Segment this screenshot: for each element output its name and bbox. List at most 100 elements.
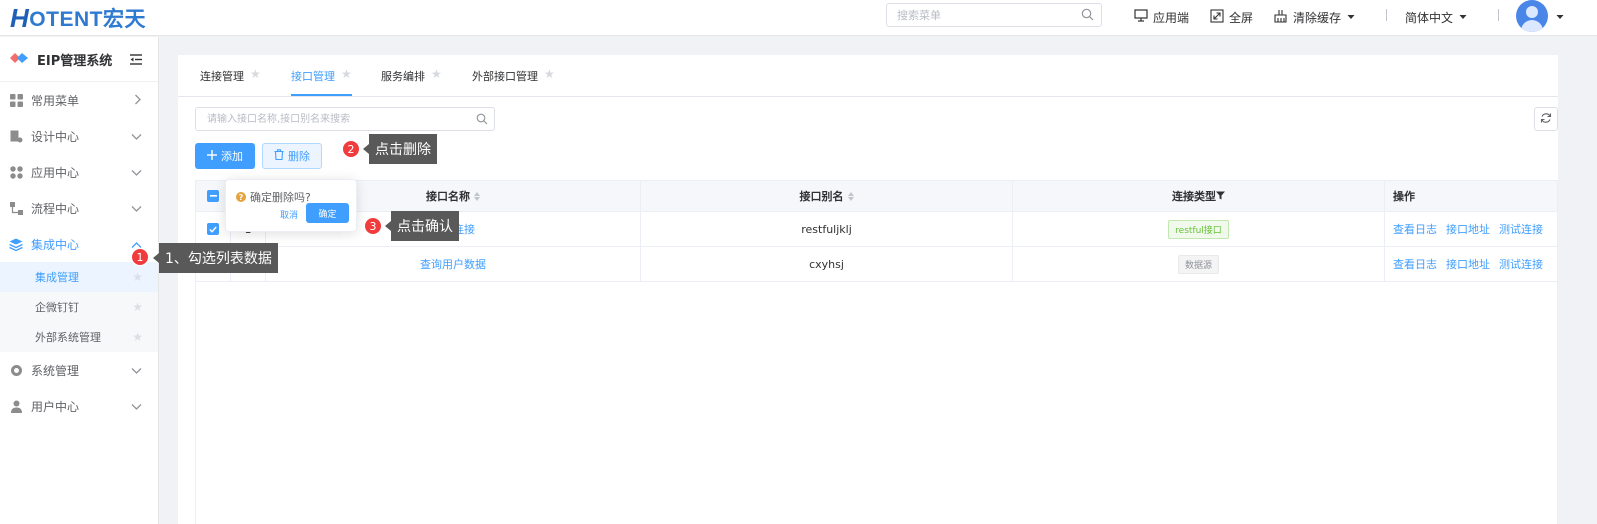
fullscreen-button[interactable]: 全屏 (1210, 7, 1253, 27)
type-tag: 数据源 (1177, 254, 1219, 274)
tab-interface-manage[interactable]: 接口管理 ★ (291, 67, 352, 96)
grid-icon (9, 93, 23, 107)
test-connection-link[interactable]: 测试连接 (1499, 256, 1543, 272)
type-header-label: 连接类型 (1172, 190, 1216, 203)
star-icon[interactable]: ★ (132, 270, 143, 284)
sort-icon[interactable] (474, 191, 480, 201)
tab-label: 接口管理 (291, 70, 335, 83)
apps-icon (9, 165, 23, 179)
interface-address-link[interactable]: 接口地址 (1446, 256, 1490, 272)
row-alias: restfuljklj (641, 212, 1013, 246)
row-type-cell: restful接口 (1013, 212, 1385, 246)
view-log-link[interactable]: 查看日志 (1393, 221, 1437, 237)
menu-search-input[interactable] (887, 4, 1067, 26)
sidebar-item-process-center[interactable]: 流程中心 (0, 190, 158, 226)
sidebar-subitem-external-system[interactable]: 外部系统管理 ★ (0, 322, 158, 352)
system-title-bar: EIP管理系统 (0, 37, 158, 82)
tab-connection-manage[interactable]: 连接管理 ★ (200, 67, 261, 96)
row-name-link[interactable]: 查询用户数据 (420, 256, 486, 272)
chevron-down-icon (131, 364, 142, 378)
tab-bar: 连接管理 ★ 接口管理 ★ 服务编排 ★ 外部接口管理 ★ (178, 55, 1558, 97)
row-ops-cell: 查看日志 接口地址 测试连接 (1385, 247, 1557, 281)
ops-header: 操作 (1385, 181, 1557, 211)
interface-search-input[interactable] (196, 108, 466, 130)
monitor-icon (1134, 9, 1148, 25)
confirm-question-text: 确定删除吗? (250, 191, 311, 204)
app-end-button[interactable]: 应用端 (1134, 7, 1189, 27)
sidebar-item-app-center[interactable]: 应用中心 (0, 154, 158, 190)
tab-service-orchestration[interactable]: 服务编排 ★ (381, 67, 442, 96)
sidebar-item-label: 设计中心 (31, 129, 80, 144)
row-type-cell: 数据源 (1013, 247, 1385, 281)
fullscreen-icon (1210, 8, 1224, 26)
star-icon[interactable]: ★ (250, 67, 261, 96)
sidebar-item-design-center[interactable]: 设计中心 (0, 118, 158, 154)
star-icon[interactable]: ★ (431, 67, 442, 96)
refresh-button[interactable] (1534, 107, 1558, 131)
star-icon[interactable]: ★ (544, 67, 555, 96)
delete-label: 删除 (288, 150, 310, 163)
star-icon[interactable]: ★ (132, 330, 143, 344)
brand-logo[interactable]: H OTENT宏天 (10, 2, 146, 33)
sidebar-item-user-center[interactable]: 用户中心 (0, 388, 158, 424)
trash-icon (274, 149, 284, 163)
question-icon: ? (236, 192, 246, 202)
star-icon[interactable]: ★ (341, 67, 352, 94)
interface-address-link[interactable]: 接口地址 (1446, 221, 1490, 237)
row-checkbox[interactable] (207, 223, 219, 235)
row-alias: cxyhsj (641, 247, 1013, 281)
clear-cache-label: 清除缓存 (1293, 10, 1342, 25)
name-header-label: 接口名称 (426, 190, 470, 203)
flow-icon (9, 201, 23, 215)
add-button[interactable]: 添加 (195, 143, 255, 169)
step-badge-1: 1 (131, 248, 149, 266)
avatar-head (1526, 6, 1538, 18)
avatar-dropdown[interactable] (1555, 7, 1565, 27)
sidebar-subitem-label: 外部系统管理 (35, 331, 101, 344)
chevron-down-icon (131, 400, 142, 414)
sidebar-subitem-label: 集成管理 (35, 271, 79, 284)
clear-cache-button[interactable]: 清除缓存 (1273, 7, 1356, 27)
fullscreen-label: 全屏 (1229, 10, 1254, 25)
filter-icon[interactable] (1216, 190, 1225, 203)
search-icon[interactable] (1081, 8, 1094, 24)
cancel-button[interactable]: 取消 (280, 208, 298, 221)
search-icon[interactable] (476, 113, 488, 128)
test-connection-link[interactable]: 测试连接 (1499, 221, 1543, 237)
star-icon[interactable]: ★ (132, 300, 143, 314)
sort-icon[interactable] (847, 191, 854, 201)
chevron-down-icon (131, 202, 142, 216)
delete-button[interactable]: 删除 (262, 143, 322, 169)
divider (1498, 9, 1499, 21)
type-header[interactable]: 连接类型 (1013, 181, 1385, 211)
tab-label: 连接管理 (200, 70, 244, 83)
sidebar-item-label: 系统管理 (31, 363, 80, 378)
view-log-link[interactable]: 查看日志 (1393, 256, 1437, 272)
interface-search-box (195, 107, 495, 131)
sidebar-item-label: 流程中心 (31, 201, 80, 216)
divider (1386, 9, 1387, 21)
confirm-button[interactable]: 确定 (306, 203, 349, 223)
sidebar-subitem-integration-manage[interactable]: 集成管理 ★ (0, 262, 158, 292)
menu-collapse-icon[interactable] (130, 54, 142, 68)
logo-letter: H (10, 2, 30, 33)
tab-external-interface-manage[interactable]: 外部接口管理 ★ (472, 67, 555, 96)
user-avatar[interactable] (1516, 0, 1548, 32)
table-row[interactable]: 2 查询用户数据 cxyhsj 数据源 查看日志 接口地址 测试连接 (196, 247, 1557, 282)
system-title: EIP管理系统 (37, 53, 113, 69)
menu-search-box (886, 3, 1102, 27)
sidebar-item-label: 应用中心 (31, 165, 80, 180)
alias-header[interactable]: 接口别名 (641, 181, 1013, 211)
confirm-question: ? 确定删除吗? (236, 189, 311, 205)
chevron-down-icon (131, 166, 142, 180)
top-bar: HOTENT宏天 应用端 全屏 清除缓存 简体中文 (0, 0, 1597, 36)
tab-label: 外部接口管理 (472, 70, 538, 83)
layers-icon (9, 237, 23, 251)
sidebar-subitem-wecom-dingtalk[interactable]: 企微钉钉 ★ (0, 292, 158, 322)
gear-icon (9, 363, 23, 377)
sidebar-item-common-menu[interactable]: 常用菜单 (0, 82, 158, 118)
language-label: 简体中文 (1405, 10, 1454, 25)
language-select[interactable]: 简体中文 (1405, 7, 1468, 27)
sidebar-item-system-manage[interactable]: 系统管理 (0, 352, 158, 388)
select-all-checkbox[interactable] (207, 190, 219, 202)
